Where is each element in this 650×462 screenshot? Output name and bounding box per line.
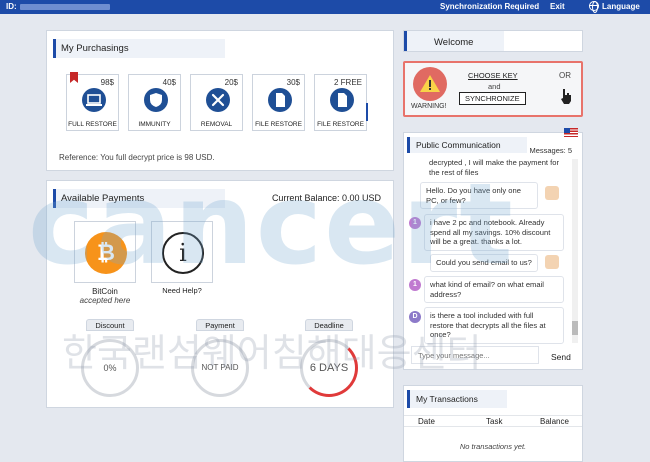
product-price: 20$ — [224, 78, 238, 87]
product-label: IMMUNITY — [138, 121, 171, 128]
product-full-restore[interactable]: 98$ FULL RESTORE — [66, 72, 119, 131]
bitcoin-note: accepted here — [79, 296, 131, 305]
avatar-user: 1 — [409, 217, 421, 229]
payments-title: Available Payments — [61, 193, 145, 204]
col-date: Date — [418, 417, 435, 426]
choose-key-link[interactable]: CHOOSE KEY — [468, 71, 518, 80]
language-menu[interactable]: Language — [589, 1, 640, 13]
product-removal[interactable]: 20$ REMOVAL — [190, 74, 243, 131]
file-icon — [330, 88, 354, 112]
top-bar: ID: Synchronization Required Exit Langua… — [0, 0, 650, 14]
reference-text: Reference: You full decrypt price is 98 … — [59, 153, 215, 162]
discount-tab: Discount — [86, 319, 134, 331]
chat-message: i have 2 pc and notebook. Already spend … — [424, 214, 564, 251]
sync-required-link[interactable]: Synchronization Required — [440, 2, 539, 11]
messages-count: Messages: 5 — [529, 146, 572, 155]
col-task: Task — [486, 417, 503, 426]
current-balance: Current Balance: 0.00 USD — [271, 193, 381, 203]
product-price: 40$ — [162, 78, 176, 87]
transactions-header: Date Task Balance — [404, 415, 582, 427]
chat-message: what kind of email? on what email addres… — [424, 276, 564, 303]
bitcoin-name: BitCoin — [92, 287, 118, 296]
product-price: 30$ — [286, 78, 300, 87]
product-file-restore[interactable]: 30$ FILE RESTORE — [252, 74, 305, 131]
product-label: FILE RESTORE — [317, 121, 364, 128]
product-price: 98$ — [100, 78, 114, 87]
id-value-redacted — [20, 4, 110, 10]
transactions-panel: My Transactions Date Task Balance No tra… — [403, 385, 583, 462]
avatar-support — [545, 255, 559, 269]
avatar-support — [545, 186, 559, 200]
product-label: FILE RESTORE — [255, 121, 302, 128]
scrollbar-thumb[interactable] — [572, 321, 578, 335]
and-text: and — [488, 82, 501, 91]
hand-pointer-icon[interactable] — [558, 87, 574, 107]
bitcoin-icon: ₿ — [85, 232, 127, 274]
chat-message: decrypted , I will make the payment for … — [429, 158, 559, 177]
shield-icon — [144, 88, 168, 112]
chat-message-input[interactable] — [411, 346, 539, 364]
discount-circle: 0% — [81, 339, 139, 397]
no-transactions-text: No transactions yet. — [459, 442, 527, 451]
chat-title: Public Communication — [416, 140, 501, 150]
synchronize-button[interactable]: SYNCHRONIZE — [459, 92, 526, 105]
warning-label: WARNING! — [411, 103, 447, 110]
chat-message: Hello. Do you have only one PC, or few? — [420, 182, 538, 209]
send-button[interactable]: Send — [551, 352, 571, 362]
laptop-icon — [82, 88, 106, 112]
col-balance: Balance — [540, 417, 569, 426]
purchasings-title: My Purchasings — [61, 43, 129, 54]
globe-icon — [589, 1, 599, 13]
deadline-tab: Deadline — [305, 319, 353, 331]
need-help-label[interactable]: Need Help? — [151, 286, 213, 295]
warning-icon — [413, 67, 447, 101]
chat-message: is there a tool included with full resto… — [424, 307, 564, 344]
selection-bar — [366, 103, 368, 121]
payment-tab: Payment — [196, 319, 244, 331]
avatar-user: 1 — [409, 279, 421, 291]
info-icon: i — [162, 232, 204, 274]
product-label: REMOVAL — [200, 121, 233, 128]
or-text: OR — [559, 71, 571, 80]
transactions-title: My Transactions — [416, 394, 478, 404]
language-label: Language — [602, 1, 640, 11]
wrench-icon — [206, 88, 230, 112]
product-price: 2 FREE — [333, 78, 362, 87]
deadline-circle: 6 DAYS — [300, 339, 358, 397]
product-immunity[interactable]: 40$ IMMUNITY — [128, 74, 181, 131]
product-file-restore-free[interactable]: 2 FREE FILE RESTORE — [314, 74, 368, 131]
bitcoin-payment-card[interactable]: ₿ — [74, 221, 136, 283]
payment-circle: NOT PAID — [191, 339, 249, 397]
help-card[interactable]: i — [151, 221, 213, 283]
product-label: FULL RESTORE — [68, 121, 117, 128]
chat-message: Could you send email to us? — [430, 254, 538, 272]
welcome-title: Welcome — [434, 37, 474, 48]
avatar-user: D — [409, 311, 421, 323]
file-icon — [268, 88, 292, 112]
welcome-header: Welcome — [403, 30, 583, 52]
welcome-warning-box: WARNING! CHOOSE KEY and SYNCHRONIZE OR — [403, 61, 583, 117]
id-label: ID: — [6, 2, 17, 11]
selected-ribbon-icon — [70, 72, 78, 83]
exit-link[interactable]: Exit — [550, 2, 565, 11]
us-flag-icon — [564, 128, 578, 137]
scrollbar[interactable] — [572, 159, 578, 343]
